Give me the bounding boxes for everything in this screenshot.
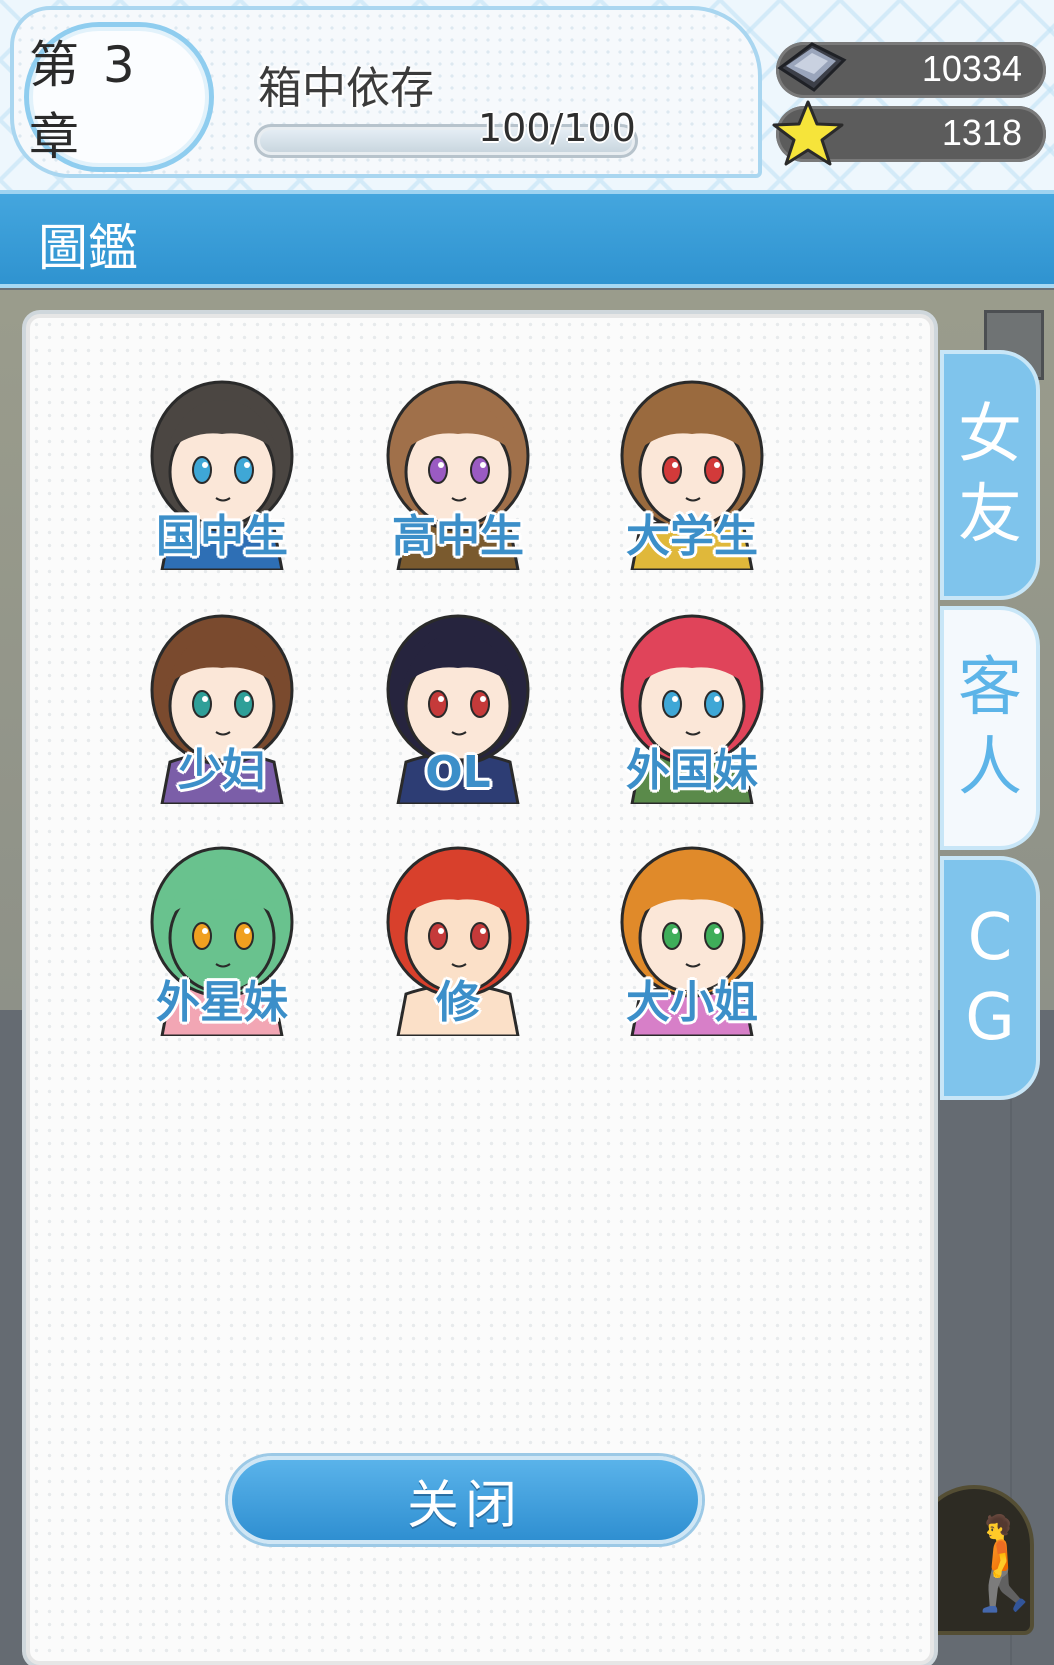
walking-person-icon: 🚶 — [948, 1511, 1054, 1616]
character-name-label: 大学生 — [626, 511, 758, 562]
character-name-label: 少妇 — [178, 745, 266, 796]
character-card[interactable]: 大小姐 — [592, 826, 792, 1036]
character-card[interactable]: 外星妹 — [122, 826, 322, 1036]
character-name-label: 修 — [436, 977, 480, 1028]
gem-count: 10334 — [921, 48, 1022, 89]
tab-guests-label-2: 人 — [958, 731, 1022, 805]
character-name-label: 高中生 — [392, 511, 524, 562]
character-card[interactable]: 外国妹 — [592, 594, 792, 804]
section-title: 圖鑑 — [38, 219, 138, 277]
character-card[interactable]: OL — [358, 594, 558, 804]
gem-currency: 10334 — [776, 42, 1046, 98]
chapter-progress-text: 100/100 — [478, 106, 636, 150]
star-icon — [772, 100, 844, 166]
star-count: 1318 — [941, 112, 1022, 153]
character-name-label: 大小姐 — [626, 977, 758, 1028]
close-button[interactable]: 关闭 — [228, 1456, 702, 1544]
chapter-title: 箱中依存 — [258, 63, 434, 114]
tab-guests-label-1: 客 — [958, 651, 1022, 725]
tab-girlfriends[interactable]: 女 友 — [940, 350, 1040, 600]
star-currency: 1318 — [772, 100, 1046, 166]
top-status-header: 第 3 章 箱中依存 100/100 10334 1318 — [0, 0, 1054, 190]
character-card[interactable]: 高中生 — [358, 360, 558, 570]
section-header-bar: 圖鑑 — [0, 190, 1054, 288]
gem-icon — [777, 42, 847, 92]
close-button-label: 关闭 — [406, 1475, 523, 1536]
character-card[interactable]: 大学生 — [592, 360, 792, 570]
character-name-label: 外星妹 — [156, 977, 288, 1028]
character-card[interactable]: 修 — [358, 826, 558, 1036]
character-name-label: 外国妹 — [626, 745, 758, 796]
tab-girlfriends-label-1: 女 — [958, 398, 1022, 472]
tab-girlfriends-label-2: 友 — [958, 478, 1022, 552]
chapter-number-badge: 第 3 章 — [24, 22, 214, 172]
tab-cg[interactable]: C G — [940, 856, 1040, 1100]
tab-guests[interactable]: 客 人 — [940, 606, 1040, 850]
character-card[interactable]: 国中生 — [122, 360, 322, 570]
character-name-label: OL — [425, 747, 491, 798]
tab-cg-label-2: G — [965, 981, 1015, 1055]
character-name-label: 国中生 — [156, 511, 288, 562]
tab-cg-label-1: C — [967, 901, 1013, 975]
character-card[interactable]: 少妇 — [122, 594, 322, 804]
